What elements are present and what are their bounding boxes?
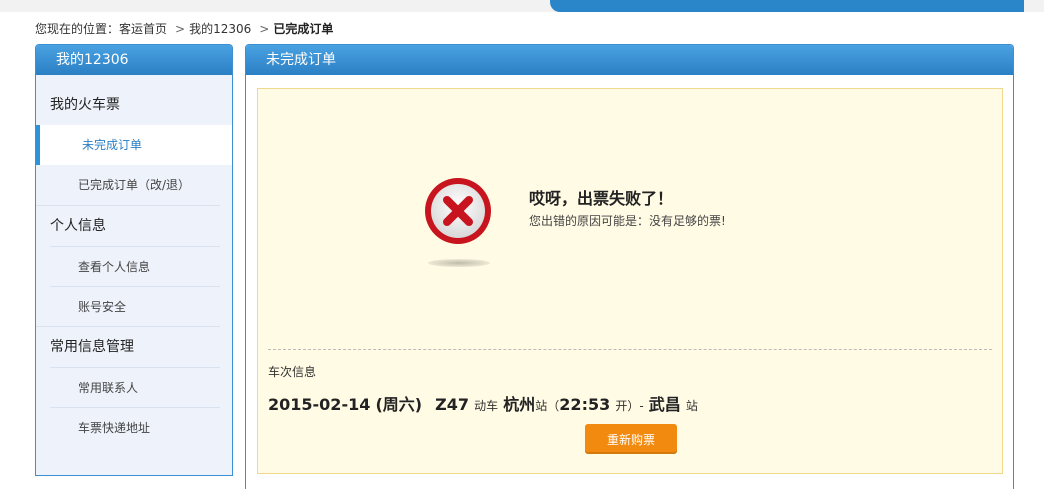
to-station-suffix: 站: [685, 399, 698, 413]
train-info-line: 2015-02-14 (周六) Z47 动车 杭州站（22:53 开）- 武昌 …: [268, 391, 698, 415]
train-type: 动车: [474, 399, 499, 413]
sidebar-item-pending-orders[interactable]: 未完成订单: [36, 125, 232, 165]
sidebar-group-personal-info: 个人信息: [36, 205, 220, 246]
sidebar-group-common-info: 常用信息管理: [36, 326, 220, 367]
sidebar-title[interactable]: 我的12306: [36, 45, 232, 75]
depart-time: 22:53: [559, 395, 611, 414]
icon-shadow: [428, 259, 490, 267]
breadcrumb-separator: >: [175, 22, 186, 36]
train-info-label: 车次信息: [268, 365, 317, 379]
train-from-station: 杭州: [503, 395, 536, 414]
top-nav-bar: [550, 0, 1024, 12]
train-number: Z47: [435, 395, 470, 414]
failure-notice-box: 哎呀，出票失败了！ 您出错的原因可能是：没有足够的票! 车次信息 2015-02…: [257, 88, 1003, 474]
sidebar-item-account-security[interactable]: 账号安全: [50, 286, 220, 326]
depart-open: （: [547, 399, 560, 413]
main-panel: 未完成订单 哎呀，出票失败了！ 您出错的原因可能是：没有足够的票! 车次信息 2…: [245, 44, 1014, 489]
depart-suffix: 开）-: [615, 399, 644, 413]
station-suffix: 站: [535, 399, 548, 413]
main-panel-title: 未完成订单: [246, 45, 1013, 75]
top-nav-strip: [0, 0, 1044, 12]
breadcrumb: 您现在的位置：客运首页 > 我的12306 > 已完成订单: [35, 20, 333, 38]
train-weekday: (周六): [375, 395, 423, 414]
train-to-station: 武昌: [648, 395, 681, 414]
sidebar-item-delivery-address[interactable]: 车票快递地址: [50, 407, 220, 447]
train-date: 2015-02-14: [268, 395, 371, 414]
sidebar-item-view-personal-info[interactable]: 查看个人信息: [50, 246, 220, 286]
error-x-icon: [425, 178, 491, 244]
breadcrumb-prefix: 您现在的位置：: [35, 22, 120, 36]
failure-reason: 您出错的原因可能是：没有足够的票!: [529, 214, 726, 228]
failure-title: 哎呀，出票失败了！: [529, 189, 674, 208]
sidebar-item-contacts[interactable]: 常用联系人: [50, 367, 220, 407]
breadcrumb-separator: >: [259, 22, 270, 36]
sidebar-group-my-tickets: 我的火车票: [50, 97, 120, 113]
rebuy-ticket-button[interactable]: 重新购票: [585, 424, 677, 454]
sidebar-item-completed-orders[interactable]: 已完成订单（改/退）: [50, 165, 220, 205]
breadcrumb-home-link[interactable]: 客运首页: [119, 20, 167, 37]
breadcrumb-current: 已完成订单: [273, 22, 334, 36]
breadcrumb-my12306-link[interactable]: 我的12306: [189, 20, 251, 37]
dashed-divider: [268, 349, 992, 350]
sidebar: 我的12306 我的火车票 未完成订单 已完成订单（改/退） 个人信息 查看个人…: [35, 44, 233, 476]
